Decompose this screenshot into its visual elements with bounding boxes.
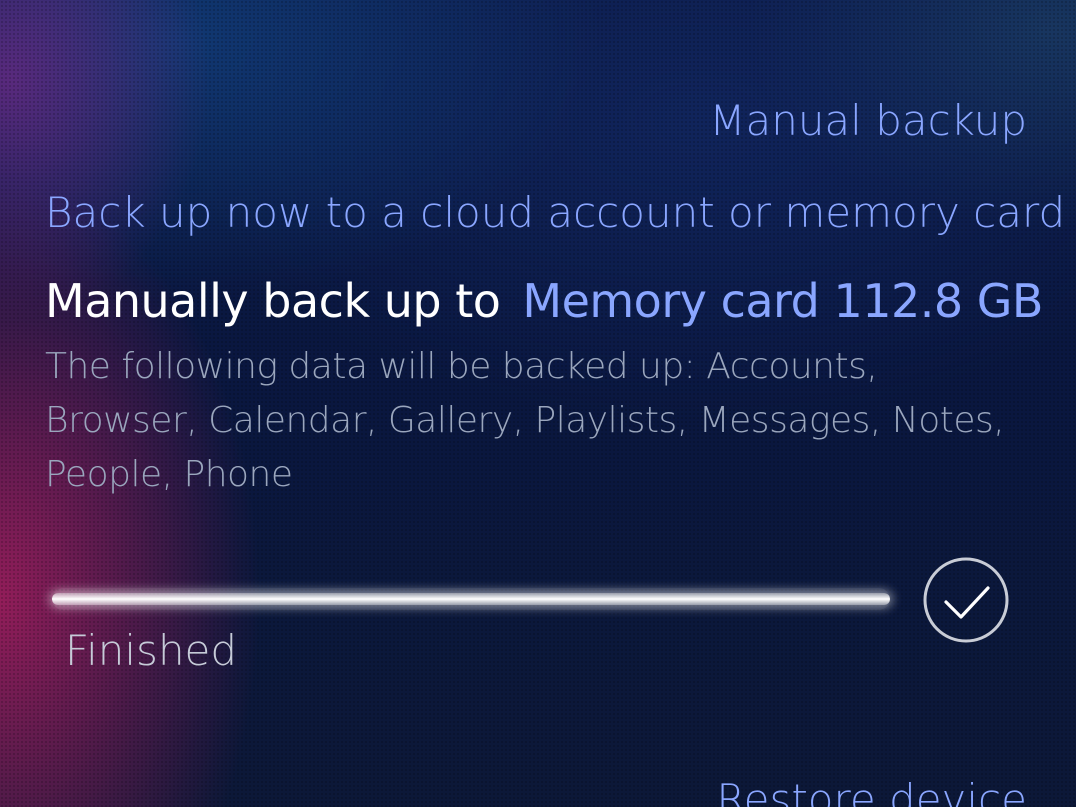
checkmark-circle-icon	[922, 556, 1010, 644]
progress-fill	[52, 593, 890, 605]
page-header: Manual backup	[709, 96, 1027, 145]
backup-target-value: Memory card 112.8 GB	[522, 274, 1043, 328]
section-header: Back up now to a cloud account or memory…	[45, 188, 1066, 237]
backup-target-combobox[interactable]: Manually back up to Memory card 112.8 GB	[45, 274, 1043, 328]
restore-device-link[interactable]: Restore device	[716, 775, 1027, 807]
backup-description: The following data will be backed up: Ac…	[45, 346, 1005, 495]
backup-progress-bar	[52, 588, 890, 610]
backup-target-label: Manually back up to	[45, 274, 501, 328]
progress-status-label: Finished	[65, 626, 238, 675]
